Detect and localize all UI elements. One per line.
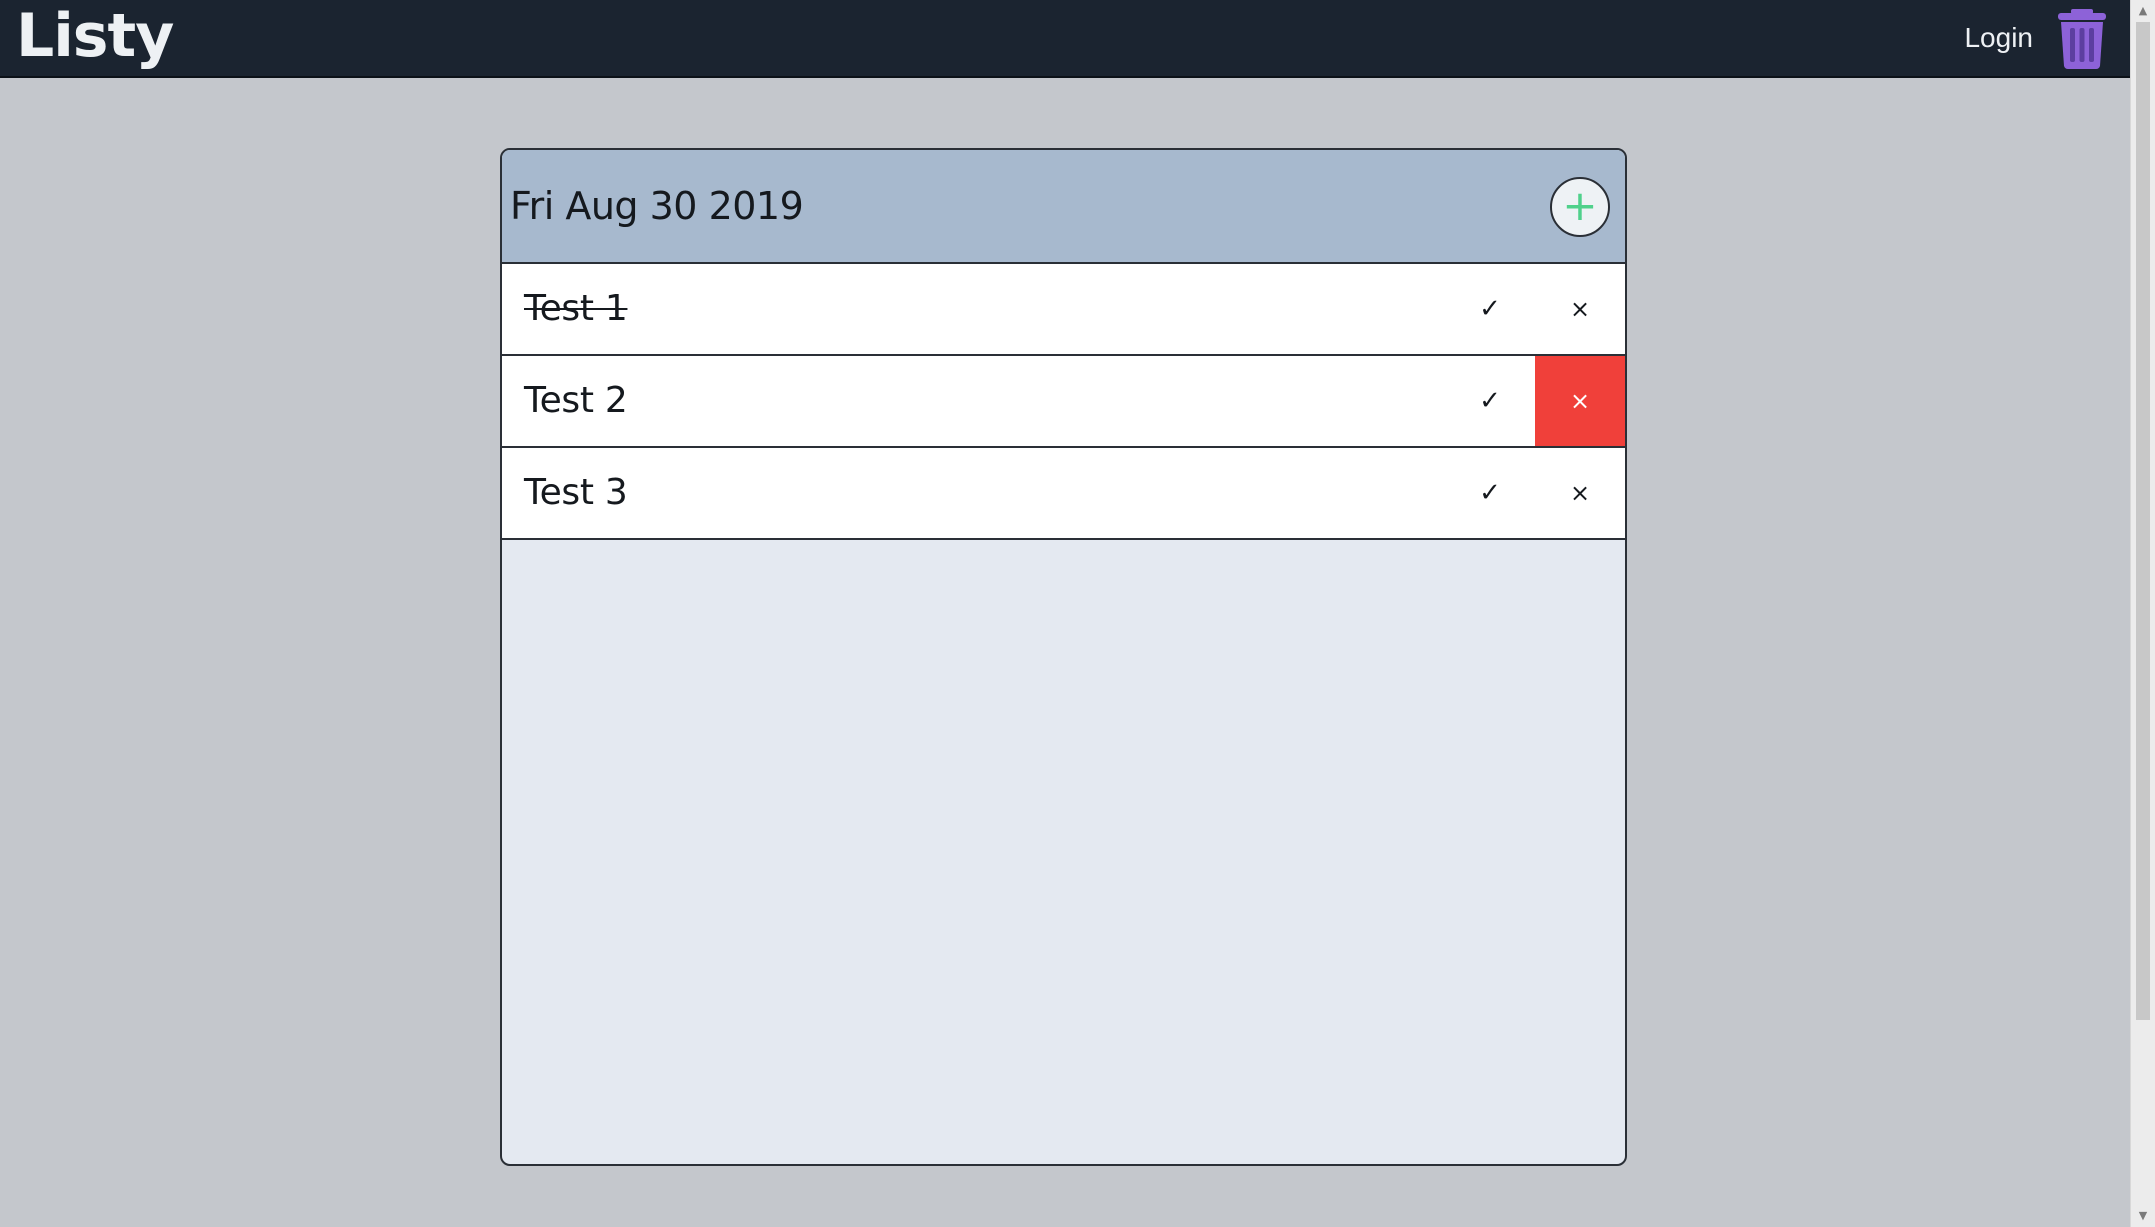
todo-item-label: Test 1 [524,288,628,329]
list-date-title: Fri Aug 30 2019 [510,184,804,228]
todo-item-label: Test 3 [524,472,628,513]
delete-button[interactable]: × [1535,448,1625,538]
todo-item[interactable]: Test 1 ✓ × [502,264,1625,356]
todo-item[interactable]: Test 3 ✓ × [502,448,1625,540]
todo-list-card: Fri Aug 30 2019 + Test 1 ✓ × Test 2 ✓ × … [500,148,1627,1166]
trash-icon[interactable] [2057,9,2107,69]
todo-item[interactable]: Test 2 ✓ × [502,356,1625,448]
complete-button[interactable]: ✓ [1445,356,1535,446]
todo-item-label: Test 2 [524,380,628,421]
vertical-scrollbar[interactable]: ▲ ▼ [2130,0,2155,1227]
top-navbar: Listy Login [0,0,2131,78]
complete-button[interactable]: ✓ [1445,264,1535,354]
list-header: Fri Aug 30 2019 + [502,150,1625,264]
add-item-button[interactable]: + [1550,177,1610,237]
delete-button[interactable]: × [1535,356,1625,446]
login-link[interactable]: Login [1964,0,2033,76]
scrollbar-thumb[interactable] [2136,22,2150,1020]
scroll-up-arrow[interactable]: ▲ [2131,2,2155,20]
complete-button[interactable]: ✓ [1445,448,1535,538]
delete-button[interactable]: × [1535,264,1625,354]
scroll-down-arrow[interactable]: ▼ [2131,1207,2155,1225]
app-logo[interactable]: Listy [16,0,174,74]
